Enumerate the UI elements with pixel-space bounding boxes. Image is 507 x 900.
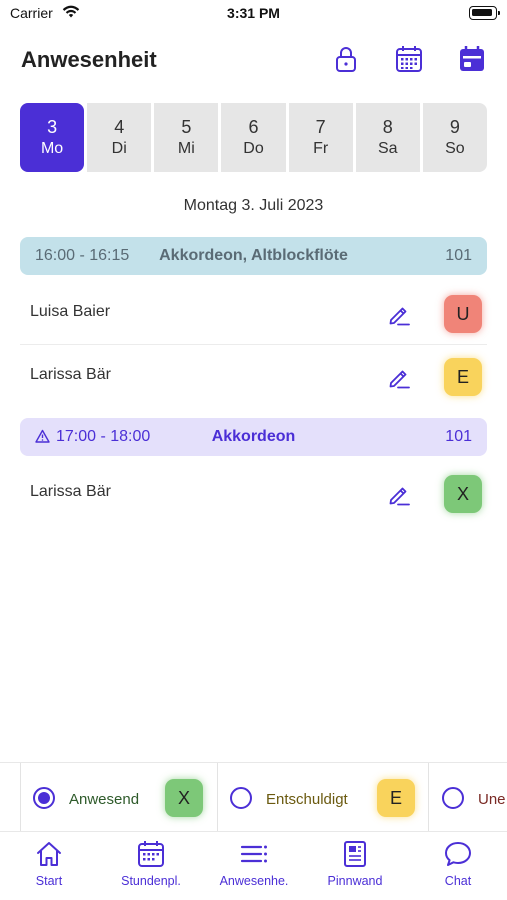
day-weekday: Di <box>111 139 127 157</box>
legend-badge-entschuldigt: E <box>377 779 415 817</box>
day-number: 7 <box>315 116 326 137</box>
tab-start[interactable]: Start <box>0 839 99 888</box>
lesson-room: 101 <box>445 247 472 264</box>
list-icon <box>240 845 267 863</box>
day-monday[interactable]: 3 Mo <box>20 103 85 172</box>
lock-icon[interactable] <box>331 44 361 74</box>
status-legend: Anwesend X Entschuldigt E Une <box>0 762 507 832</box>
student-name: Larissa Bär <box>30 366 111 383</box>
day-number: 8 <box>382 116 393 137</box>
radio-unentschuldigt[interactable] <box>442 787 464 809</box>
status-badge[interactable]: X <box>444 475 482 513</box>
day-number: 5 <box>181 116 192 137</box>
pencil-icon[interactable] <box>386 481 412 507</box>
tab-label: Chat <box>444 874 472 888</box>
pencil-icon[interactable] <box>386 301 412 327</box>
day-number: 3 <box>47 116 58 137</box>
row-divider <box>20 344 487 345</box>
calendar-icon <box>138 841 164 867</box>
day-sunday[interactable]: 9 So <box>422 103 487 172</box>
day-saturday[interactable]: 8 Sa <box>355 103 420 172</box>
day-selector: 3 Mo 4 Di 5 Mi 6 Do 7 Fr 8 Sa 9 So <box>20 103 487 172</box>
day-number: 9 <box>449 116 460 137</box>
day-weekday: Fr <box>313 139 329 157</box>
day-weekday: Mi <box>177 139 195 157</box>
legend-divider <box>428 763 429 831</box>
day-tuesday[interactable]: 4 Di <box>87 103 152 172</box>
day-friday[interactable]: 7 Fr <box>288 103 353 172</box>
day-thursday[interactable]: 6 Do <box>221 103 286 172</box>
student-row: Larissa Bär E <box>20 346 487 408</box>
radio-entschuldigt[interactable] <box>230 787 252 809</box>
day-weekday: Do <box>243 139 264 157</box>
day-weekday: Sa <box>377 139 398 157</box>
day-number: 4 <box>114 116 125 137</box>
day-wednesday[interactable]: 5 Mi <box>154 103 219 172</box>
chat-bubble-icon <box>445 842 471 866</box>
legend-label-entschuldigt: Entschuldigt <box>266 791 348 808</box>
tab-label: Stundenpl. <box>121 874 181 888</box>
tab-label: Anwesenhe. <box>219 874 289 888</box>
pencil-icon[interactable] <box>386 364 412 390</box>
legend-label-anwesend: Anwesend <box>69 791 140 808</box>
tab-anwesenheit[interactable]: Anwesenhe. <box>204 839 304 888</box>
legend-badge-anwesend: X <box>165 779 203 817</box>
radio-anwesend[interactable] <box>33 787 55 809</box>
lesson-subject: Akkordeon, Altblockflöte <box>159 247 348 264</box>
legend-divider <box>217 763 218 831</box>
home-icon <box>37 842 61 866</box>
tab-stundenplan[interactable]: Stundenpl. <box>101 839 201 888</box>
lesson-subject: Akkordeon <box>211 428 296 445</box>
day-weekday: Mo <box>40 139 64 157</box>
tab-label: Start <box>35 874 63 888</box>
status-bar: Carrier 3:31 PM <box>0 0 507 30</box>
battery-icon <box>469 6 500 20</box>
tab-pinnwand[interactable]: Pinnwand <box>305 839 405 888</box>
tab-bar: Start Stundenpl. Anwesenhe. Pinnwand Cha… <box>0 833 507 900</box>
student-name: Luisa Baier <box>30 303 111 320</box>
newspaper-icon <box>344 841 366 867</box>
lesson-header[interactable]: 16:00 - 16:15 Akkordeon, Altblockflöte 1… <box>20 237 487 275</box>
status-badge[interactable]: U <box>444 295 482 333</box>
lesson-header[interactable]: 17:00 - 18:00 Akkordeon 101 <box>20 418 487 456</box>
calendar-grid-icon[interactable] <box>394 44 424 74</box>
status-badge[interactable]: E <box>444 358 482 396</box>
student-row: Luisa Baier U <box>20 283 487 345</box>
lesson-room: 101 <box>445 428 472 445</box>
day-number: 6 <box>248 116 259 137</box>
tab-label: Pinnwand <box>327 874 383 888</box>
day-weekday: So <box>445 139 465 157</box>
clock: 3:31 PM <box>227 5 280 21</box>
student-name: Larissa Bär <box>30 483 111 500</box>
student-row: Larissa Bär X <box>20 463 487 525</box>
legend-label-unentschuldigt: Une <box>478 791 506 808</box>
tab-chat[interactable]: Chat <box>408 839 507 888</box>
legend-divider <box>20 763 21 831</box>
page-title: Anwesenheit <box>21 47 157 72</box>
selected-date-label: Montag 3. Juli 2023 <box>183 197 324 214</box>
calendar-filled-icon[interactable] <box>457 44 487 74</box>
